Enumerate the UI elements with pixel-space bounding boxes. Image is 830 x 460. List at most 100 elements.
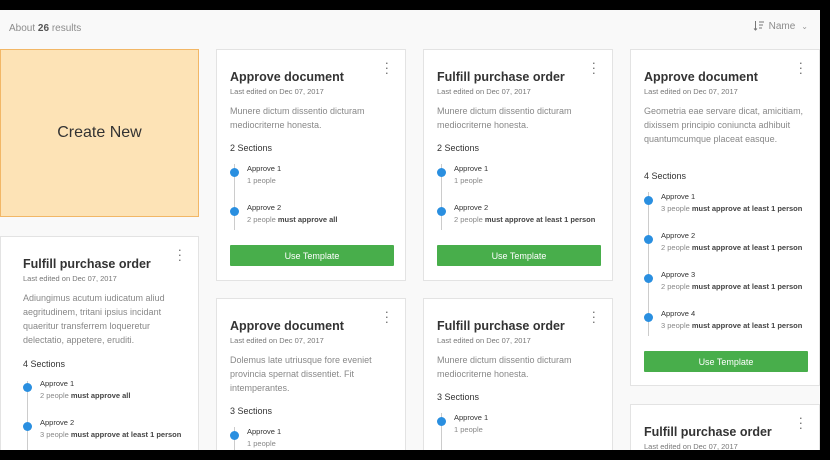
last-edited: Last edited on Dec 07, 2017 xyxy=(644,87,738,96)
more-options-icon[interactable]: · · · xyxy=(592,305,596,328)
step-detail: 2 people must approve at least 1 person xyxy=(661,243,802,252)
card-description: Munere dictum dissentio dicturam mediocr… xyxy=(437,355,572,379)
use-template-button[interactable]: Use Template xyxy=(644,351,808,372)
step-rule: must approve at least 1 person xyxy=(691,282,803,291)
last-edited: Last edited on Dec 07, 2017 xyxy=(437,336,531,345)
step-detail: 3 people must approve at least 1 person xyxy=(661,204,802,213)
sort-dropdown[interactable]: Name ⌄ xyxy=(753,20,808,32)
step-people: 1 people xyxy=(247,439,276,448)
step-rule: must approve all xyxy=(277,215,338,224)
step-name: Approve 2 xyxy=(661,231,696,240)
card-description: Munere dictum dissentio dicturam mediocr… xyxy=(437,106,572,130)
step-detail: 1 people xyxy=(247,176,276,185)
more-options-icon[interactable]: · · · xyxy=(592,56,596,79)
step-people: 3 people xyxy=(661,204,690,213)
results-prefix: About xyxy=(9,23,36,34)
template-card: · · · Fulfill purchase order Last edited o… xyxy=(423,49,613,281)
step-dot xyxy=(23,422,32,431)
step-name: Approve 2 xyxy=(40,418,75,427)
card-title: Fulfill purchase order xyxy=(437,319,565,333)
step-people: 2 people xyxy=(454,215,483,224)
step-detail: 2 people must approve all xyxy=(40,391,130,400)
step-people: 1 people xyxy=(454,425,483,434)
step-name: Approve 4 xyxy=(661,309,696,318)
card-description: Dolemus late utriusque fore eveniet prov… xyxy=(230,355,372,393)
step-dot xyxy=(230,168,239,177)
step-detail: 3 people must approve at least 1 person xyxy=(40,430,181,439)
card-description: Munere dictum dissentio dicturam mediocr… xyxy=(230,106,365,130)
template-card: · · · Approve document Last edited on Dec … xyxy=(216,298,406,450)
step-rule: must approve at least 1 person xyxy=(691,204,803,213)
more-options-icon[interactable]: · · · xyxy=(385,56,389,79)
step-detail: 2 people must approve at least 1 person xyxy=(661,282,802,291)
sections-count: 4 Sections xyxy=(644,171,687,181)
step-people: 1 people xyxy=(247,176,276,185)
template-card: · · · Fulfill purchase order Last edited o… xyxy=(423,298,613,450)
card-description: Adiungimus acutum iudicatum aliud aegrit… xyxy=(23,293,165,345)
step-people: 2 people xyxy=(661,282,690,291)
use-template-label: Use Template xyxy=(698,356,754,367)
template-card: · · · Fulfill purchase order Last edited o… xyxy=(0,236,199,450)
sort-label: Name xyxy=(768,20,796,32)
step-dot xyxy=(644,235,653,244)
step-people: 1 people xyxy=(454,176,483,185)
step-people: 2 people xyxy=(247,215,276,224)
use-template-button[interactable]: Use Template xyxy=(437,245,601,266)
use-template-label: Use Template xyxy=(491,250,547,261)
step-detail: 1 people xyxy=(247,439,276,448)
create-new-label: Create New xyxy=(57,124,142,141)
create-new-button[interactable]: Create New xyxy=(0,49,199,217)
card-title: Approve document xyxy=(230,319,344,333)
more-options-icon[interactable]: · · · xyxy=(799,56,803,79)
last-edited: Last edited on Dec 07, 2017 xyxy=(230,336,324,345)
use-template-button[interactable]: Use Template xyxy=(230,245,394,266)
step-detail: 1 people xyxy=(454,425,483,434)
results-count: About 26 results xyxy=(9,23,81,34)
last-edited: Last edited on Dec 07, 2017 xyxy=(23,274,117,283)
step-rule: must approve all xyxy=(70,391,131,400)
step-rule: must approve at least 1 person xyxy=(691,243,803,252)
card-title: Approve document xyxy=(644,70,758,84)
step-rule: must approve at least 1 person xyxy=(70,430,182,439)
step-name: Approve 1 xyxy=(454,413,489,422)
last-edited: Last edited on Dec 07, 2017 xyxy=(644,442,738,450)
card-title: Fulfill purchase order xyxy=(644,425,772,439)
last-edited: Last edited on Dec 07, 2017 xyxy=(230,87,324,96)
step-people: 2 people xyxy=(40,391,69,400)
template-card: · · · Approve document Last edited on Dec … xyxy=(630,49,820,386)
step-rule: must approve at least 1 person xyxy=(484,215,596,224)
use-template-label: Use Template xyxy=(284,250,340,261)
step-dot xyxy=(644,196,653,205)
step-dot xyxy=(437,417,446,426)
step-name: Approve 1 xyxy=(40,379,75,388)
step-name: Approve 2 xyxy=(454,203,489,212)
step-detail: 1 people xyxy=(454,176,483,185)
card-title: Approve document xyxy=(230,70,344,84)
step-dot xyxy=(230,431,239,440)
step-dot xyxy=(644,274,653,283)
results-suffix: results xyxy=(51,23,82,34)
sections-count: 2 Sections xyxy=(437,143,480,153)
step-dot xyxy=(644,313,653,322)
sections-count: 4 Sections xyxy=(23,359,66,369)
template-card: · · · Approve document Last edited on Dec … xyxy=(216,49,406,281)
more-options-icon[interactable]: · · · xyxy=(799,411,803,434)
template-gallery: About 26 results Name ⌄ Create New · · · F… xyxy=(0,10,820,450)
results-number: 26 xyxy=(37,23,50,34)
card-title: Fulfill purchase order xyxy=(23,257,151,271)
chevron-down-icon: ⌄ xyxy=(801,21,808,31)
step-name: Approve 3 xyxy=(661,270,696,279)
step-people: 3 people xyxy=(661,321,690,330)
step-name: Approve 1 xyxy=(247,427,282,436)
sections-count: 2 Sections xyxy=(230,143,273,153)
step-name: Approve 1 xyxy=(247,164,282,173)
card-description: Geometria eae servare dicat, amicitiam, … xyxy=(644,106,804,144)
step-detail: 2 people must approve all xyxy=(247,215,337,224)
step-rule: must approve at least 1 person xyxy=(691,321,803,330)
sections-count: 3 Sections xyxy=(437,392,480,402)
more-options-icon[interactable]: · · · xyxy=(385,305,389,328)
step-detail: 3 people must approve at least 1 person xyxy=(661,321,802,330)
step-people: 2 people xyxy=(661,243,690,252)
more-options-icon[interactable]: · · · xyxy=(178,243,182,266)
step-people: 3 people xyxy=(40,430,69,439)
